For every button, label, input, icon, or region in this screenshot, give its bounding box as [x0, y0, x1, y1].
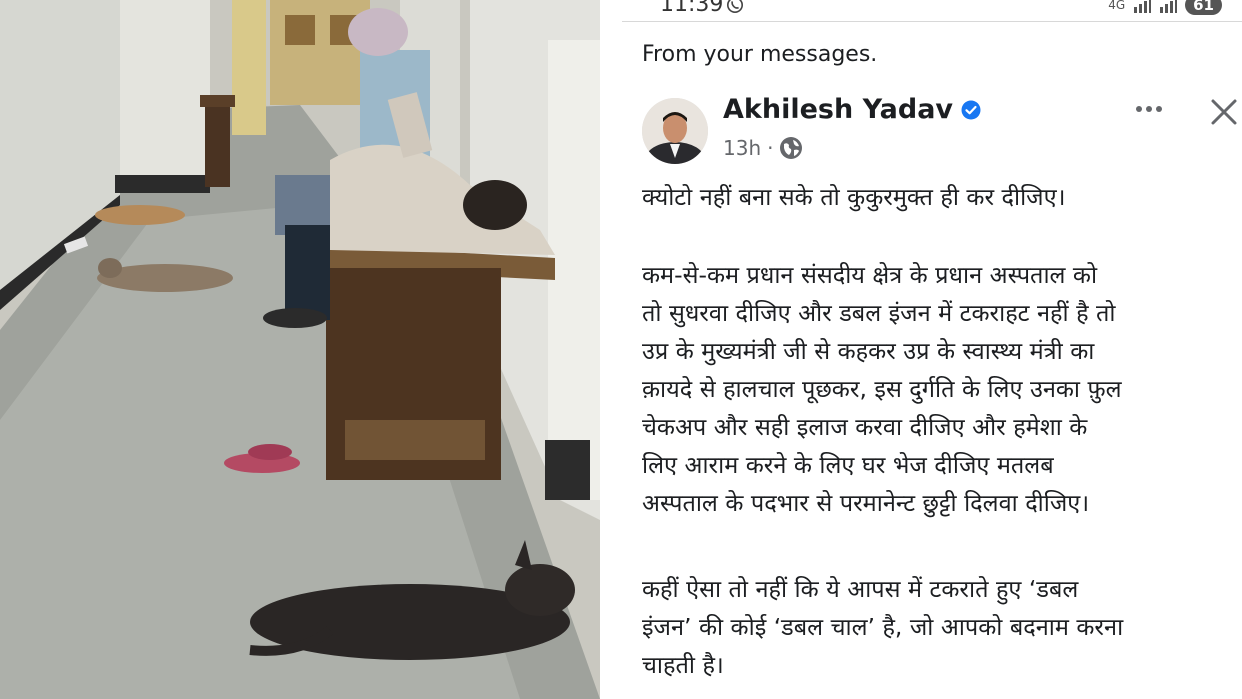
post-line: कहीं ऐसा तो नहीं कि ये आपस में टकराते हु… [642, 575, 1079, 603]
avatar-image [642, 98, 708, 164]
post-line: क़ायदे से हालचाल पूछकर, इस दुर्गति के लि… [642, 375, 1122, 403]
post-time[interactable]: 13h [723, 136, 761, 160]
status-time: 11:39 [660, 0, 724, 17]
whatsapp-icon [726, 0, 744, 14]
post-line: चाहती है। [642, 651, 724, 679]
post-line: चेकअप और सही इलाज करवा दीजिए और हमेशा के [642, 413, 1088, 441]
facebook-post-screen: 11:39 4G 61 From your messages. Akhilesh… [622, 0, 1242, 699]
more-options-icon[interactable] [1130, 94, 1170, 124]
signal-icon [1134, 0, 1152, 13]
close-icon[interactable] [1208, 96, 1240, 128]
post-line: अस्पताल के पदभार से परमानेन्ट छुट्टी दिल… [642, 489, 1090, 517]
post-line: उप्र के मुख्यमंत्री जी से कहकर उप्र के स… [642, 337, 1095, 365]
hospital-corridor-photo [0, 0, 600, 699]
post-author[interactable]: Akhilesh Yadav [723, 94, 981, 125]
post-paragraph-1: क्योटो नहीं बना सके तो कुकुरमुक्त ही कर … [642, 178, 1066, 216]
divider [600, 0, 622, 699]
post-line: कम-से-कम प्रधान संसदीय क्षेत्र के प्रधान… [642, 261, 1098, 289]
status-divider [622, 21, 1242, 22]
post-line: तो सुधरवा दीजिए और डबल इंजन में टकराहट न… [642, 299, 1116, 327]
status-bar: 11:39 4G 61 [622, 0, 1242, 24]
post-line: लिए आराम करने के लिए घर भेज दीजिए मतलब [642, 451, 1054, 479]
signal-icon [1160, 0, 1178, 13]
status-icons: 4G 61 [1108, 0, 1222, 16]
feed-header: From your messages. [642, 42, 878, 67]
globe-icon [780, 137, 803, 159]
battery-badge: 61 [1185, 0, 1222, 15]
photo-illustration [0, 0, 600, 699]
post-paragraph-2: कम-से-कम प्रधान संसदीय क्षेत्र के प्रधान… [642, 256, 1240, 522]
author-name[interactable]: Akhilesh Yadav [723, 94, 953, 125]
verified-badge-icon [961, 100, 981, 119]
post-paragraph-3: कहीं ऐसा तो नहीं कि ये आपस में टकराते हु… [642, 570, 1240, 684]
post-meta: 13h · [723, 136, 803, 160]
network-label: 4G [1108, 0, 1126, 12]
post-line: इंजन’ की कोई ‘डबल चाल’ है, जो आपको बदनाम… [642, 613, 1124, 641]
post-line: क्योटो नहीं बना सके तो कुकुरमुक्त ही कर … [642, 183, 1066, 211]
avatar[interactable] [642, 98, 708, 164]
meta-separator: · [767, 136, 774, 160]
